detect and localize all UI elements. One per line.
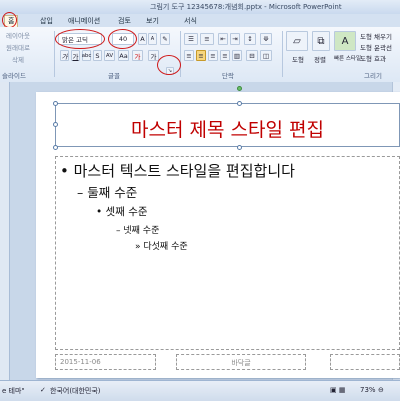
- increase-indent-icon[interactable]: ⇥: [230, 33, 240, 45]
- arrange-icon[interactable]: ⧉: [312, 31, 330, 51]
- group-separator: [282, 31, 283, 77]
- bullet-level-2[interactable]: – 둘째 수준: [77, 182, 137, 201]
- window-title: 그림기 도구 12345678:개념회.pptx - Microsoft Pow…: [150, 3, 342, 11]
- resize-handle[interactable]: [237, 145, 242, 150]
- tab-review[interactable]: 검토: [118, 16, 131, 26]
- align-center-icon[interactable]: ≡: [196, 50, 206, 61]
- quick-styles-icon[interactable]: A: [334, 31, 356, 51]
- smartart-icon[interactable]: ◫: [260, 50, 272, 61]
- annotation-circle-font-name: [55, 29, 105, 49]
- tab-format[interactable]: 서식: [184, 16, 197, 26]
- annotation-circle-home: [2, 12, 17, 28]
- arrange-button[interactable]: 정렬: [314, 54, 326, 64]
- underline-icon[interactable]: 가: [71, 50, 80, 61]
- status-bar: e 테마" ✓ 한국어(대한민국) ▣ ▦ 73% ⊖: [0, 380, 400, 401]
- align-right-icon[interactable]: ≡: [208, 50, 218, 61]
- body-placeholder[interactable]: • 마스터 텍스트 스타일을 편집합니다 – 둘째 수준 • 셋째 수준 – 넷…: [55, 156, 400, 350]
- shapes-gallery-icon[interactable]: ▱: [286, 31, 308, 51]
- bullet-level-1[interactable]: • 마스터 텍스트 스타일을 편집합니다: [60, 160, 295, 181]
- resize-handle[interactable]: [53, 145, 58, 150]
- bullet-level-5[interactable]: » 다섯째 수준: [135, 239, 188, 252]
- title-bar: 그림기 도구 12345678:개념회.pptx - Microsoft Pow…: [0, 0, 400, 14]
- tab-insert[interactable]: 삽입: [40, 16, 53, 26]
- group-label-slides: 슬라이드: [2, 72, 26, 80]
- numbering-icon[interactable]: ≡: [200, 33, 214, 45]
- layout-button[interactable]: 레이아웃: [6, 30, 30, 40]
- bullet-level-4[interactable]: – 넷째 수준: [116, 223, 159, 236]
- footer-text: 바닥글: [231, 359, 251, 367]
- ribbon: 레이아웃 원래대로 삭제 슬라이드 맑은 고딕 40 A A ✎ 가 가 abc…: [0, 27, 400, 83]
- group-label-drawing: 그리기: [364, 72, 382, 80]
- title-placeholder[interactable]: 마스터 제목 스타일 편집: [55, 103, 400, 147]
- group-separator: [180, 31, 181, 77]
- shape-effects-button[interactable]: 도형 효과: [360, 53, 386, 63]
- change-case-icon[interactable]: Aa: [118, 50, 129, 61]
- shadow-icon[interactable]: S: [93, 50, 102, 61]
- delete-button[interactable]: 삭제: [12, 54, 24, 64]
- text-effect-icon[interactable]: 가: [148, 50, 159, 61]
- font-color-icon[interactable]: 가: [132, 50, 143, 61]
- justify-icon[interactable]: ≡: [220, 50, 230, 61]
- decrease-indent-icon[interactable]: ⇤: [218, 33, 228, 45]
- rotation-handle[interactable]: [237, 86, 242, 91]
- grow-font-icon[interactable]: A: [138, 33, 147, 45]
- bullet-level-3[interactable]: • 셋째 수준: [96, 204, 148, 219]
- italic-icon[interactable]: 가: [60, 50, 69, 61]
- clear-format-icon[interactable]: ✎: [160, 33, 170, 45]
- columns-icon[interactable]: ▥: [232, 50, 242, 61]
- shape-fill-button[interactable]: 도형 채우기: [360, 31, 392, 41]
- tab-animation[interactable]: 애니메이션: [68, 16, 100, 26]
- align-text-icon[interactable]: ⊟: [246, 50, 258, 61]
- view-buttons-icon[interactable]: ▣ ▦: [330, 386, 345, 394]
- status-zoom[interactable]: 73%: [360, 386, 376, 394]
- status-theme: e 테마": [2, 387, 25, 395]
- char-spacing-icon[interactable]: AV: [104, 50, 115, 61]
- slide-thumbnail-pane[interactable]: [0, 82, 10, 380]
- align-left-icon[interactable]: ≡: [184, 50, 194, 61]
- group-label-font: 글꼴: [108, 72, 120, 80]
- ribbon-tabs: 홈 삽입 애니메이션 검토 보기 서식: [0, 14, 400, 27]
- resize-handle[interactable]: [53, 122, 58, 127]
- resize-handle[interactable]: [53, 101, 58, 106]
- slide-title[interactable]: 마스터 제목 스타일 편집: [56, 115, 399, 142]
- resize-handle[interactable]: [237, 101, 242, 106]
- annotation-circle-dialog-launcher: [157, 55, 181, 75]
- date-placeholder[interactable]: 2015-11-06: [55, 354, 156, 370]
- quick-styles-button[interactable]: 빠른 스타일: [334, 54, 361, 62]
- footer-placeholder[interactable]: 바닥글: [176, 354, 306, 370]
- group-label-paragraph: 단락: [222, 72, 234, 80]
- annotation-circle-font-size: [108, 29, 137, 49]
- reset-button[interactable]: 원래대로: [6, 42, 30, 52]
- slide-master-canvas[interactable]: 마스터 제목 스타일 편집 • 마스터 텍스트 스타일을 편집합니다 – 둘째 …: [36, 86, 400, 378]
- slide-number-placeholder[interactable]: [330, 354, 400, 370]
- bullets-icon[interactable]: ☰: [184, 33, 198, 45]
- text-direction-icon[interactable]: ⟱: [260, 33, 272, 45]
- tab-view[interactable]: 보기: [146, 16, 159, 26]
- footer-date: 2015-11-06: [60, 358, 101, 366]
- shape-outline-button[interactable]: 도형 윤곽선: [360, 42, 392, 52]
- zoom-out-icon[interactable]: ⊖: [378, 386, 384, 394]
- line-spacing-icon[interactable]: ↕: [244, 33, 256, 45]
- language-icon: ✓: [40, 386, 46, 394]
- strikethrough-icon[interactable]: abc: [82, 50, 91, 61]
- shrink-font-icon[interactable]: A: [148, 33, 157, 45]
- shape-button[interactable]: 도형: [292, 54, 304, 64]
- status-language[interactable]: 한국어(대한민국): [50, 386, 101, 396]
